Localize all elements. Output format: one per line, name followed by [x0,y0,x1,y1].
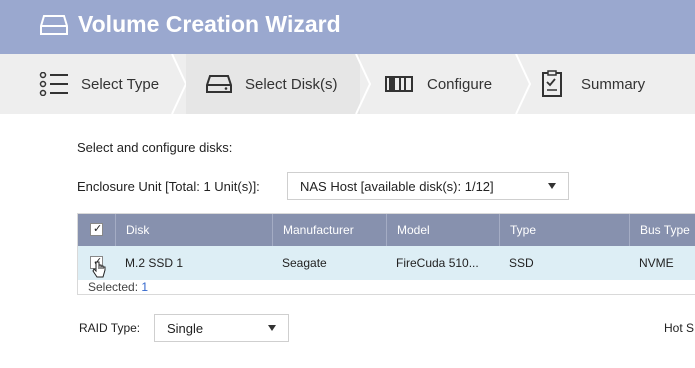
raid-type-value: Single [167,320,204,336]
step-separator [355,54,372,114]
cell-manufacturer: Seagate [282,256,327,270]
summary-icon [542,70,562,97]
column-header-bus-type[interactable]: Bus Type [629,214,695,246]
disk-icon [206,75,232,93]
selected-count: Selected: 1 [78,280,148,296]
title-bar: Volume Creation Wizard [0,0,695,54]
disk-table: ✓ Disk Manufacturer Model Type Bus Type … [77,213,695,295]
section-label: Select and configure disks: [77,140,233,155]
enclosure-dropdown[interactable]: NAS Host [available disk(s): 1/12] [287,172,569,200]
wizard-steps: Select Type Select Disk(s) Configure Sum… [0,54,695,114]
hand-cursor-icon [92,261,106,278]
hot-spare-label: Hot S [664,321,695,335]
raid-type-label: RAID Type: [79,321,141,335]
step-label: Select Disk(s) [245,75,338,93]
step-select-disks[interactable]: Select Disk(s) [186,54,360,114]
enclosure-value: NAS Host [available disk(s): 1/12] [300,178,494,194]
step-label: Summary [581,75,646,93]
cell-type: SSD [509,256,534,270]
raid-type-dropdown[interactable]: Single [154,314,289,342]
table-header: ✓ Disk Manufacturer Model Type Bus Type [78,214,695,246]
column-header-manufacturer[interactable]: Manufacturer [272,214,386,246]
selected-label: Selected: [88,280,139,294]
chevron-down-icon [548,183,556,189]
select-all-checkbox[interactable]: ✓ [90,223,103,236]
step-configure[interactable]: Configure [374,54,524,114]
step-select-type[interactable]: Select Type [0,54,178,114]
selected-value: 1 [141,280,149,294]
table-row[interactable]: ✓ M.2 SSD 1 Seagate FireCuda 510... SSD … [78,246,695,280]
window-title: Volume Creation Wizard [78,11,341,37]
drive-icon [40,15,68,35]
column-header-model[interactable]: Model [386,214,499,246]
cell-model: FireCuda 510... [396,256,479,270]
chevron-down-icon [268,325,276,331]
step-label: Configure [427,75,493,93]
configure-icon [385,76,413,92]
check-icon: ✓ [93,223,103,235]
cell-disk: M.2 SSD 1 [125,256,184,270]
column-header-disk[interactable]: Disk [115,214,272,246]
column-header-type[interactable]: Type [499,214,629,246]
step-label: Select Type [81,75,160,93]
enclosure-label: Enclosure Unit [Total: 1 Unit(s)]: [77,179,260,194]
step-summary[interactable]: Summary [532,54,695,114]
cell-bus-type: NVME [639,256,674,270]
list-icon [39,72,68,96]
step-separator [515,54,532,114]
